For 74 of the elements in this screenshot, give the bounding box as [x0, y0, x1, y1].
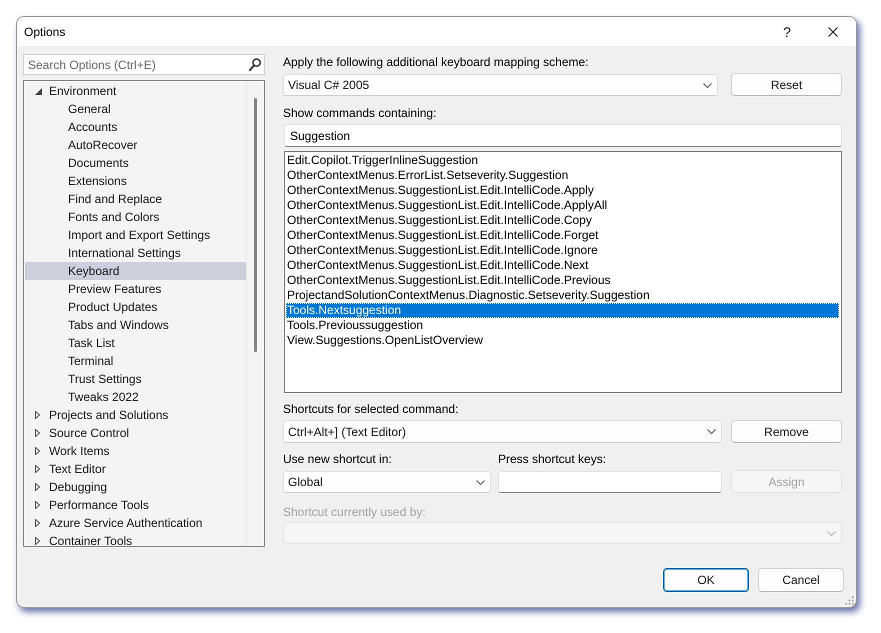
shortcuts-dropdown[interactable]: Ctrl+Alt+] (Text Editor)	[283, 420, 722, 443]
field-label: Shortcuts for selected command:	[283, 401, 458, 417]
search-field[interactable]: Search Options (Ctrl+E)	[23, 54, 265, 75]
dialog-button[interactable]: Cancel	[758, 568, 844, 592]
caret-down-icon[interactable]	[35, 88, 42, 94]
caret-right-icon[interactable]	[35, 501, 40, 509]
tree-item[interactable]: Tweaks 2022	[25, 388, 246, 406]
filter-field[interactable]: Suggestion	[284, 124, 842, 147]
tree-item[interactable]: Trust Settings	[25, 370, 246, 388]
remove-button[interactable]: Remove	[731, 420, 842, 443]
tree-item[interactable]: Task List	[25, 334, 246, 352]
window-title: Options	[24, 24, 66, 38]
tree-item[interactable]: Source Control	[25, 424, 246, 442]
tree-item[interactable]: Preview Features	[25, 280, 246, 298]
reset-button[interactable]: Reset	[731, 73, 842, 96]
mapping-scheme-dropdown[interactable]: Visual C# 2005	[283, 74, 718, 96]
field-label: Use new shortcut in:	[283, 451, 392, 467]
caret-right-icon[interactable]	[35, 483, 40, 491]
command-list-item[interactable]: OtherContextMenus.SuggestionList.Edit.IntelliCode.Previous	[286, 273, 839, 288]
chevron-down-icon	[707, 429, 716, 434]
dialog-button[interactable]: OK	[663, 568, 749, 592]
tree-item[interactable]: Tabs and Windows	[25, 316, 246, 334]
tree-item[interactable]: Fonts and Colors	[25, 208, 246, 226]
field-label: Apply the following additional keyboard mapping scheme:	[283, 54, 589, 70]
field-label: Press shortcut keys:	[498, 451, 606, 467]
caret-right-icon[interactable]	[35, 411, 40, 419]
command-list-item[interactable]: Tools.Nextsuggestion	[286, 303, 839, 318]
scrollbar-thumb[interactable]	[254, 98, 257, 352]
tree-item[interactable]: Find and Replace	[25, 190, 246, 208]
scope-dropdown[interactable]: Global	[283, 471, 491, 493]
field-label: Shortcut currently used by:	[283, 504, 426, 520]
tree-item[interactable]: Container Tools	[25, 532, 246, 546]
command-list-item[interactable]: OtherContextMenus.SuggestionList.Edit.IntelliCode.Next	[286, 258, 839, 273]
tree-item[interactable]: Debugging	[25, 478, 246, 496]
caret-right-icon[interactable]	[35, 447, 40, 455]
command-list-item[interactable]: OtherContextMenus.SuggestionList.Edit.IntelliCode.Ignore	[286, 243, 839, 258]
tree-item[interactable]: Projects and Solutions	[25, 406, 246, 424]
tree-item[interactable]: Accounts	[25, 118, 246, 136]
command-list-item[interactable]: Tools.Previoussuggestion	[286, 318, 839, 333]
command-list-item[interactable]: View.Suggestions.OpenListOverview	[286, 333, 839, 348]
command-list-item[interactable]: OtherContextMenus.SuggestionList.Edit.IntelliCode.ApplyAll	[286, 198, 839, 213]
search-icon	[249, 58, 261, 71]
shortcut-keys-field[interactable]	[498, 471, 722, 493]
tree-item[interactable]: Keyboard	[25, 262, 246, 280]
tree-item[interactable]: Performance Tools	[25, 496, 246, 514]
chevron-down-icon	[827, 530, 836, 536]
close-icon	[828, 26, 838, 36]
command-list-item[interactable]: ProjectandSolutionContextMenus.Diagnostic.Setseverity.Suggestion	[286, 288, 839, 303]
field-label: Show commands containing:	[283, 105, 436, 121]
tree-item[interactable]: Environment	[25, 82, 246, 100]
command-list-item[interactable]: OtherContextMenus.ErrorList.Setseverity.Suggestion	[286, 168, 839, 183]
tree-item[interactable]: Documents	[25, 154, 246, 172]
caret-right-icon[interactable]	[35, 465, 40, 473]
caret-right-icon[interactable]	[35, 519, 40, 527]
command-list-item[interactable]: Edit.Copilot.TriggerInlineSuggestion	[286, 153, 839, 168]
chevron-down-icon	[476, 480, 485, 484]
command-list-item[interactable]: OtherContextMenus.SuggestionList.Edit.IntelliCode.Forget	[286, 228, 839, 243]
tree-item[interactable]: Product Updates	[25, 298, 246, 316]
tree-item[interactable]: Import and Export Settings	[25, 226, 246, 244]
tree-item[interactable]: Extensions	[25, 172, 246, 190]
tree-item[interactable]: Work Items	[25, 442, 246, 460]
command-list-item[interactable]: OtherContextMenus.SuggestionList.Edit.IntelliCode.Apply	[286, 183, 839, 198]
tree-item[interactable]: International Settings	[25, 244, 246, 262]
chevron-down-icon	[703, 82, 712, 88]
help-button[interactable]: ?	[764, 17, 810, 46]
tree-item[interactable]: Text Editor	[25, 460, 246, 478]
tree-item[interactable]: AutoRecover	[25, 136, 246, 154]
tree-item[interactable]: Azure Service Authentication	[25, 514, 246, 532]
tree-item[interactable]: Terminal	[25, 352, 246, 370]
command-list-item[interactable]: OtherContextMenus.SuggestionList.Edit.IntelliCode.Copy	[286, 213, 839, 228]
tree-item[interactable]: General	[25, 100, 246, 118]
caret-right-icon[interactable]	[35, 429, 40, 437]
resize-grip-icon[interactable]	[845, 596, 854, 605]
caret-right-icon[interactable]	[35, 537, 40, 545]
